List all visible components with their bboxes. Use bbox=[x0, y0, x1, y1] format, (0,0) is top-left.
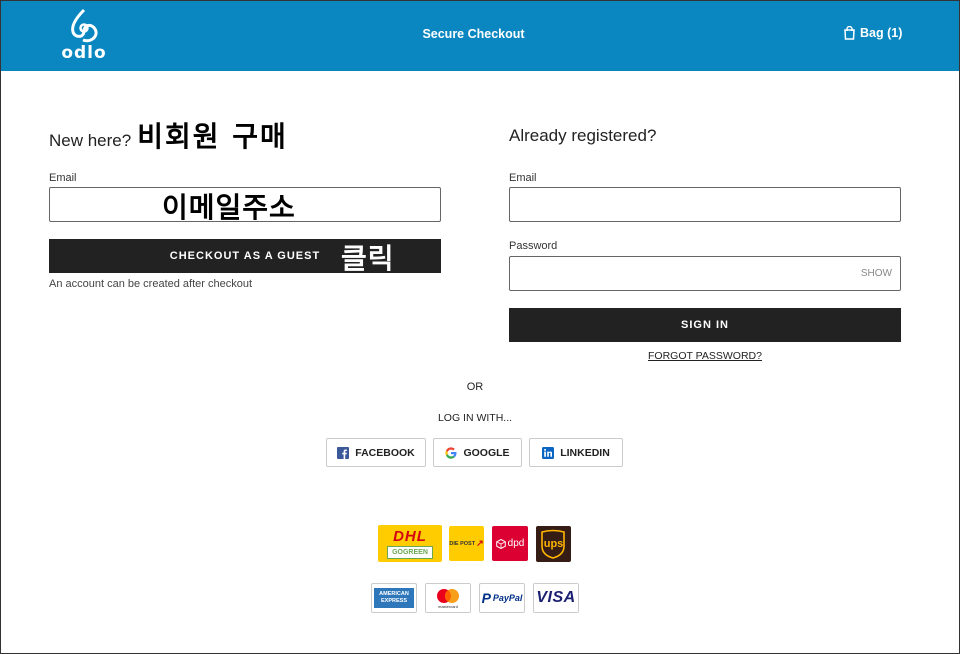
google-label: GOOGLE bbox=[463, 446, 510, 459]
password-label: Password bbox=[509, 240, 558, 252]
checkout-as-guest-label: CHECKOUT AS A GUEST bbox=[169, 250, 321, 262]
linkedin-login-button[interactable]: LINKEDIN bbox=[529, 438, 623, 467]
guest-heading-annotation: 비회원 구매 bbox=[137, 120, 288, 153]
bag-icon bbox=[844, 26, 855, 40]
dhl-text: DHL bbox=[393, 527, 427, 545]
login-email-label: Email bbox=[509, 172, 537, 184]
dpd-logo: dpd bbox=[492, 526, 528, 561]
mastercard-logo: mastercard bbox=[425, 583, 471, 613]
mastercard-icon bbox=[437, 588, 459, 603]
guest-heading-row: New here? 비회원 구매 bbox=[49, 115, 288, 155]
logo-text: odlo bbox=[61, 43, 107, 63]
ups-logo: ups bbox=[536, 526, 571, 562]
paypal-icon: P bbox=[481, 590, 491, 606]
die-post-arrow-icon: ↗ bbox=[476, 538, 484, 548]
login-heading: Already registered? bbox=[509, 126, 657, 145]
guest-note: An account can be created after checkout bbox=[49, 278, 253, 290]
or-divider: OR bbox=[466, 381, 484, 393]
sign-in-button[interactable]: SIGN IN bbox=[509, 308, 901, 342]
guest-email-annotation: 이메일주소 bbox=[162, 191, 296, 224]
google-login-button[interactable]: GOOGLE bbox=[433, 438, 522, 467]
odlo-logo-icon bbox=[71, 8, 98, 43]
mastercard-text: mastercard bbox=[437, 603, 458, 609]
google-icon bbox=[445, 446, 457, 459]
ups-text: ups bbox=[543, 538, 564, 550]
die-post-text: DIE POST bbox=[449, 540, 476, 547]
bag-label: Bag (1) bbox=[860, 26, 903, 40]
linkedin-icon bbox=[542, 446, 555, 459]
amex-line1: AMERICAN bbox=[379, 591, 409, 597]
gogreen-text: GOGREEN bbox=[387, 545, 433, 559]
show-password-toggle[interactable]: SHOW bbox=[861, 268, 892, 279]
guest-heading: New here? bbox=[49, 131, 132, 150]
bag-button[interactable]: Bag (1) bbox=[843, 26, 902, 40]
facebook-label: FACEBOOK bbox=[355, 446, 415, 459]
american-express-logo: AMERICAN EXPRESS bbox=[371, 583, 417, 613]
password-input[interactable]: SHOW bbox=[509, 256, 901, 291]
dpd-text: dpd bbox=[507, 538, 525, 549]
dpd-cube-icon bbox=[495, 538, 506, 549]
amex-line2: EXPRESS bbox=[381, 598, 407, 604]
checkout-as-guest-button[interactable]: CHECKOUT AS A GUEST 클릭 bbox=[49, 239, 441, 275]
login-email-input[interactable] bbox=[509, 187, 901, 222]
checkout-button-annotation: 클릭 bbox=[341, 242, 395, 275]
site-header: odlo Secure Checkout Bag (1) bbox=[1, 1, 959, 71]
guest-email-label: Email bbox=[49, 172, 77, 184]
odlo-logo[interactable]: odlo bbox=[57, 7, 111, 63]
dhl-gogreen-logo: DHL GOGREEN bbox=[378, 525, 442, 562]
visa-logo: VISA bbox=[533, 583, 579, 613]
paypal-logo: P PayPal bbox=[479, 583, 525, 613]
guest-email-input[interactable]: 이메일주소 bbox=[49, 187, 441, 224]
log-in-with-label: LOG IN WITH... bbox=[437, 412, 513, 424]
page-title: Secure Checkout bbox=[422, 27, 525, 41]
visa-text: VISA bbox=[536, 589, 576, 606]
die-post-logo: DIE POST ↗ bbox=[449, 526, 484, 561]
facebook-login-button[interactable]: FACEBOOK bbox=[326, 438, 426, 467]
paypal-text: PayPal bbox=[492, 593, 523, 603]
facebook-icon bbox=[337, 446, 350, 459]
forgot-password-link[interactable]: FORGOT PASSWORD? bbox=[605, 350, 805, 362]
linkedin-label: LINKEDIN bbox=[560, 446, 610, 459]
